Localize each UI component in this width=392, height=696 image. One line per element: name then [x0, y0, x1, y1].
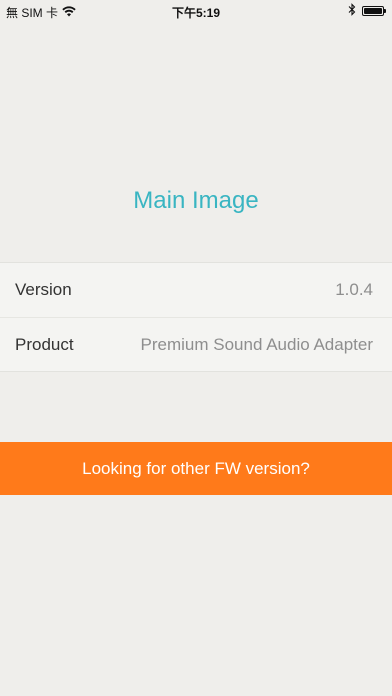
- other-fw-version-button[interactable]: Looking for other FW version?: [0, 442, 392, 495]
- bluetooth-icon: [348, 3, 356, 19]
- version-row: Version 1.0.4: [0, 263, 392, 317]
- battery-fill: [364, 8, 382, 14]
- version-value: 1.0.4: [335, 280, 373, 299]
- product-label: Product: [15, 334, 74, 354]
- status-right: [348, 3, 386, 19]
- battery-icon: [362, 6, 386, 16]
- status-bar: 無 SIM 卡 下午5:19: [0, 0, 392, 22]
- product-value: Premium Sound Audio Adapter: [140, 334, 373, 354]
- product-row: Product Premium Sound Audio Adapter: [0, 317, 392, 371]
- status-time: 下午5:19: [171, 6, 221, 20]
- info-table: Version 1.0.4 Product Premium Sound Audi…: [0, 262, 392, 372]
- version-label: Version: [15, 280, 72, 299]
- other-fw-version-label: Looking for other FW version?: [82, 458, 310, 478]
- page-title: Main Image: [133, 187, 259, 214]
